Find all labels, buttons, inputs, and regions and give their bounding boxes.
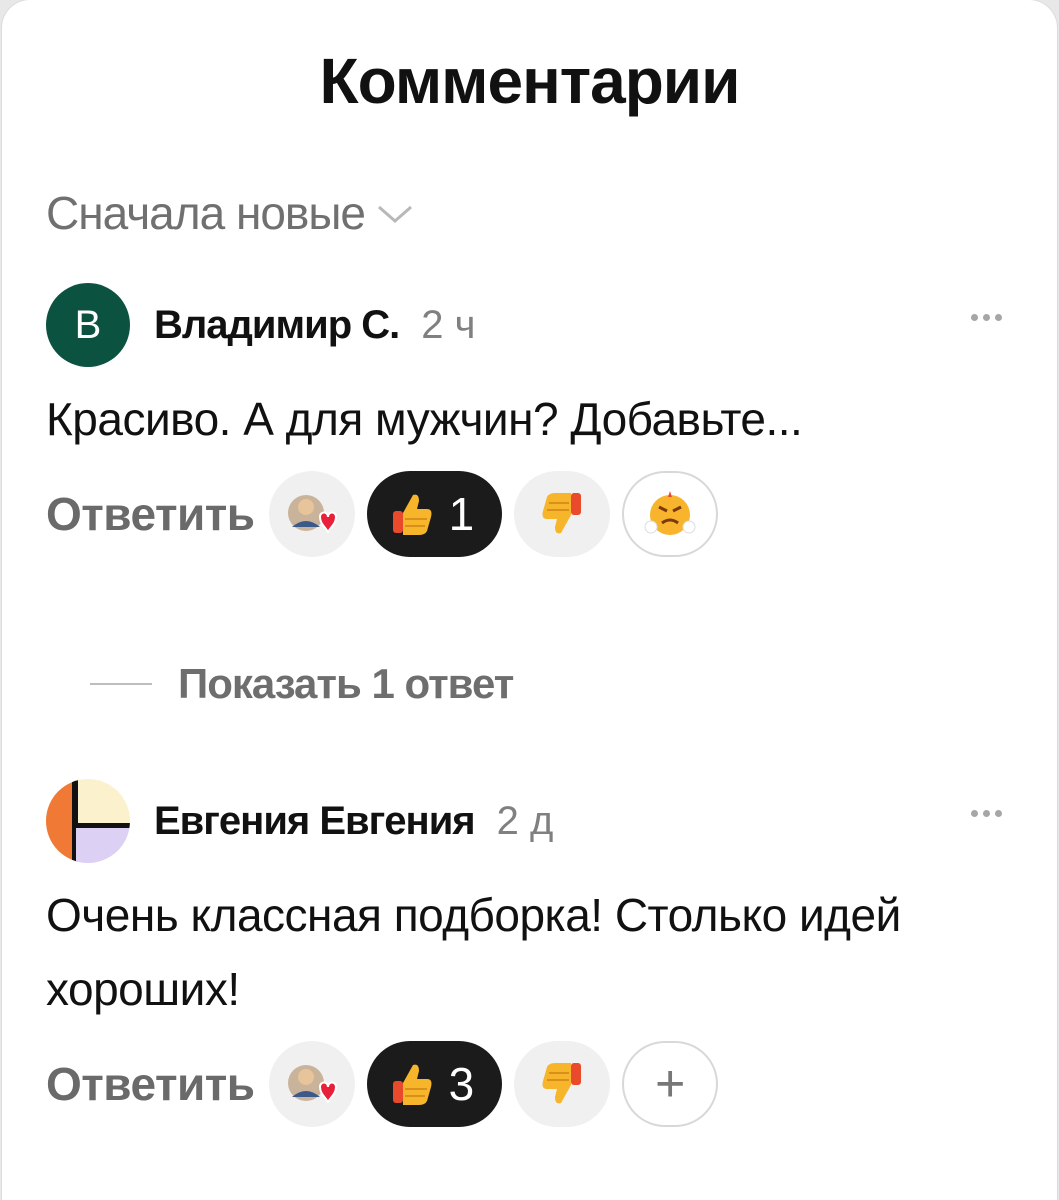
comment-header: Евгения Евгения 2 д	[46, 778, 1026, 864]
thumbs-up-reaction[interactable]: 1	[366, 471, 503, 557]
show-replies-label: Показать 1 ответ	[178, 660, 514, 707]
thumbs-down-icon	[542, 1063, 582, 1104]
comment-header: В Владимир С. 2 ч	[46, 282, 1026, 368]
thumbs-up-icon	[392, 494, 432, 535]
avatar-letter: В	[74, 302, 102, 347]
comment-text: Красиво. А для мужчин? Добавьте...	[46, 393, 803, 445]
reactions-avatar-heart-button[interactable]	[268, 1041, 355, 1127]
thumbs-down-reaction[interactable]	[514, 1041, 611, 1127]
thumbs-up-count: 3	[448, 1058, 475, 1110]
thumbs-down-icon	[542, 493, 582, 534]
more-icon[interactable]	[971, 314, 1002, 321]
thumbs-up-count: 1	[448, 488, 475, 540]
sort-label: Сначала новые	[46, 187, 366, 239]
reply-button[interactable]: Ответить	[46, 1057, 255, 1111]
comment-time: 2 ч	[421, 302, 476, 347]
chevron-down-icon	[378, 205, 413, 223]
reply-button[interactable]: Ответить	[46, 487, 255, 541]
plus-icon: +	[654, 1055, 686, 1113]
add-reaction-button[interactable]: +	[622, 1041, 719, 1127]
author-name[interactable]: Евгения Евгения	[154, 799, 476, 844]
reactions-avatar-heart-icon	[287, 495, 337, 534]
comment-actions: Ответить 1	[46, 470, 1026, 558]
thread-divider	[90, 683, 152, 685]
reactions-avatar-heart-button[interactable]	[268, 471, 355, 557]
show-replies-button[interactable]: Показать 1 ответ	[90, 660, 514, 708]
more-icon[interactable]	[971, 810, 1002, 817]
thumbs-down-reaction[interactable]	[514, 471, 611, 557]
comments-sheet: Комментарии Сначала новые В Владимир С. …	[2, 0, 1057, 1200]
sort-dropdown[interactable]: Сначала новые	[46, 186, 415, 240]
avatar[interactable]: В	[46, 283, 130, 367]
comment-item: В Владимир С. 2 ч Красиво. А для мужчин?…	[46, 282, 1026, 558]
page-title: Комментарии	[319, 45, 741, 117]
comment-actions: Ответить 3 +	[46, 1040, 1026, 1128]
angry-face-icon	[644, 491, 696, 535]
thumbs-up-reaction[interactable]: 3	[366, 1041, 503, 1127]
comment-time: 2 д	[496, 798, 554, 843]
comment-text: Очень классная подборка! Столько идей хо…	[46, 889, 901, 1015]
author-name[interactable]: Владимир С.	[154, 303, 400, 348]
comment-item: Евгения Евгения 2 д Очень классная подбо…	[46, 778, 1026, 1128]
reactions-avatar-heart-icon	[287, 1065, 337, 1104]
angry-face-reaction[interactable]	[622, 471, 719, 557]
avatar[interactable]	[46, 779, 130, 863]
avatar-image	[46, 779, 130, 863]
thumbs-up-icon	[392, 1064, 432, 1105]
